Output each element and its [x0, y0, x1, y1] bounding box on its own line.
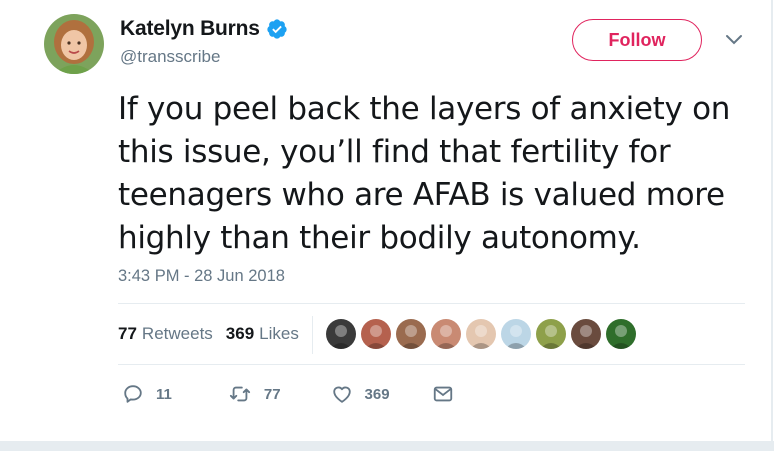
liker-avatar-icon — [396, 319, 426, 349]
liker-avatar-icon — [571, 319, 601, 349]
tweet-card: Katelyn Burns @transscribe Follow If you… — [0, 0, 773, 441]
user-handle[interactable]: @transscribe — [120, 47, 220, 67]
tweet-text: If you peel back the layers of anxiety o… — [118, 88, 738, 260]
liker-avatar-icon — [466, 319, 496, 349]
retweet-count: 77 — [263, 385, 281, 403]
liker-avatar[interactable] — [536, 319, 566, 349]
follow-button[interactable]: Follow — [572, 19, 702, 61]
tweet-timestamp[interactable]: 3:43 PM - 28 Jun 2018 — [118, 267, 285, 286]
liker-avatar[interactable] — [571, 319, 601, 349]
liker-avatar[interactable] — [361, 319, 391, 349]
liker-avatars — [326, 319, 641, 349]
retweets-count[interactable]: 77 — [118, 324, 137, 344]
like-button[interactable]: 369 — [331, 383, 390, 405]
timeline-background — [0, 441, 774, 451]
liker-avatar[interactable] — [431, 319, 461, 349]
tweet-actions: 11 77 369 — [122, 383, 454, 405]
reply-icon — [124, 385, 142, 403]
liker-avatar[interactable] — [326, 319, 356, 349]
liker-avatar[interactable] — [606, 319, 636, 349]
name-row: Katelyn Burns — [120, 17, 288, 41]
display-name[interactable]: Katelyn Burns — [120, 17, 260, 41]
liker-avatar-icon — [326, 319, 356, 349]
divider — [118, 303, 745, 304]
tweet-text-line: teenagers who are AFAB is valued more — [118, 177, 725, 213]
reply-button[interactable]: 11 — [122, 383, 172, 405]
tweet-text-line: this issue, you’ll find that fertility f… — [118, 134, 671, 170]
like-count: 369 — [364, 385, 390, 403]
retweet-button[interactable]: 77 — [228, 383, 281, 405]
envelope-icon — [433, 386, 452, 402]
reply-count: 11 — [156, 385, 172, 403]
stats-separator — [312, 316, 313, 354]
avatar-photo-icon — [44, 14, 104, 74]
divider — [118, 364, 745, 365]
likes-label[interactable]: Likes — [259, 324, 299, 344]
liker-avatar-icon — [501, 319, 531, 349]
liker-avatar-icon — [536, 319, 566, 349]
heart-icon — [332, 386, 351, 403]
liker-avatar[interactable] — [501, 319, 531, 349]
verified-badge-icon — [267, 19, 287, 39]
chevron-down-icon[interactable] — [724, 33, 744, 47]
likes-count[interactable]: 369 — [226, 324, 254, 344]
tweet-text-line: If you peel back the layers of anxiety o… — [118, 91, 731, 127]
liker-avatar-icon — [606, 319, 636, 349]
liker-avatar[interactable] — [396, 319, 426, 349]
tweet-text-line: highly than their bodily autonomy. — [118, 220, 641, 256]
retweets-label[interactable]: Retweets — [142, 324, 213, 344]
tweet-stats: 77 Retweets 369 Likes — [118, 324, 299, 344]
liker-avatar-icon — [361, 319, 391, 349]
liker-avatar-icon — [431, 319, 461, 349]
direct-message-button[interactable] — [432, 383, 454, 405]
retweet-icon — [229, 386, 250, 402]
liker-avatar[interactable] — [466, 319, 496, 349]
card-border — [771, 0, 773, 441]
user-avatar[interactable] — [44, 14, 104, 74]
